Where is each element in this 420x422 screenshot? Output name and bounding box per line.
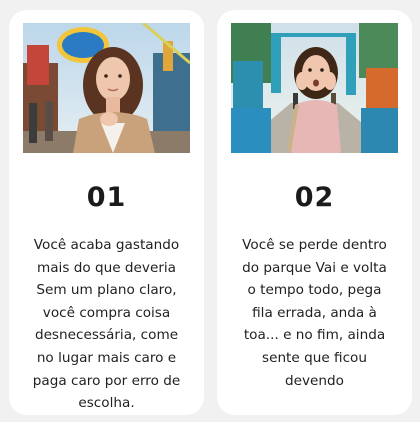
card-number: 02 [294, 182, 335, 213]
card-photo-woman-worried-theme-park [23, 23, 190, 153]
description-line: do parque Vai e volta [242, 259, 387, 276]
info-card-02: 02 Você se perde dentro do parque Vai e … [217, 10, 412, 415]
description-line: Você se perde dentro [242, 237, 387, 253]
description-line: devendo [285, 372, 344, 389]
description-line: sente que ficou [262, 349, 367, 366]
card-photo-woman-lost-in-park [231, 23, 398, 153]
description-line: Você acaba gastando [33, 237, 180, 253]
description-line: fila errada, anda à [252, 304, 377, 321]
info-card-01: 01 Você acaba gastando mais do que dever… [9, 10, 204, 415]
description-line: mais do que deveria [36, 259, 177, 276]
card-description: Você acaba gastando mais do que deveria … [19, 234, 194, 415]
description-line: desnecessária, come [34, 327, 179, 344]
card-description: Você se perde dentro do parque Vai e vol… [227, 234, 402, 392]
description-line: Sem um plano claro, [36, 282, 177, 299]
description-line: paga caro por erro de [32, 372, 181, 389]
card-number: 01 [86, 182, 127, 213]
description-line: o tempo todo, pega [247, 282, 382, 299]
description-line: toa... e no fim, ainda [243, 327, 386, 344]
description-line: você compra coisa [42, 304, 171, 321]
description-line: escolha. [78, 395, 135, 412]
description-line: no lugar mais caro e [36, 349, 177, 366]
